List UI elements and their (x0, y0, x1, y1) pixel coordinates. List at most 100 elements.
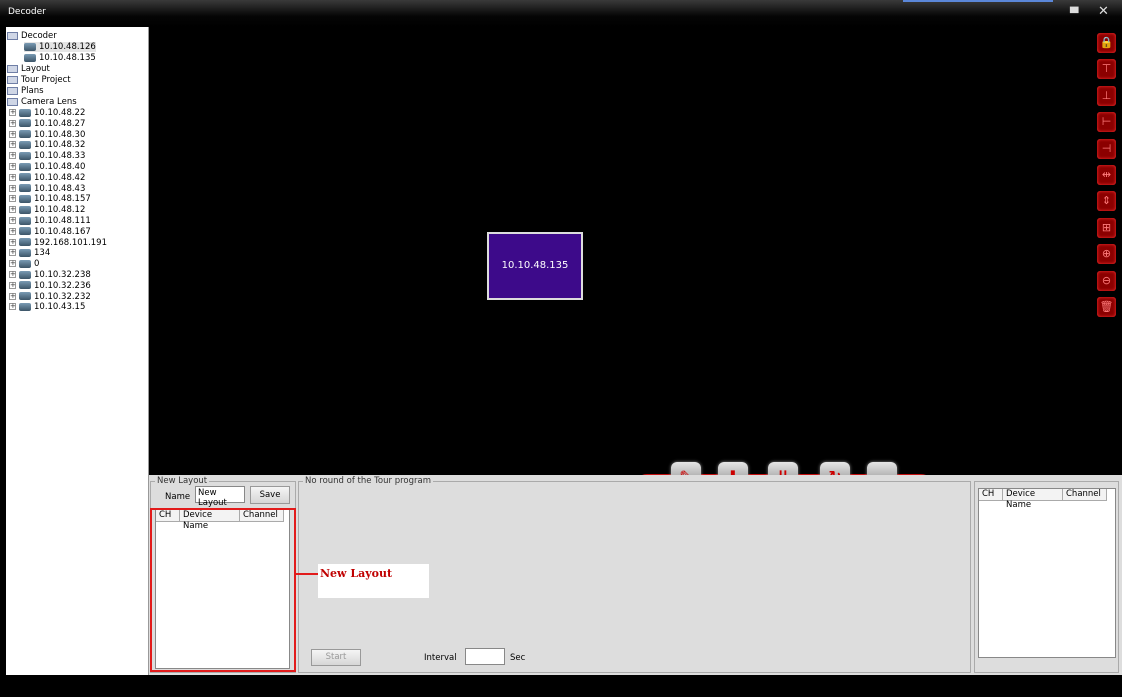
grid-icon[interactable]: ⊞ (1097, 218, 1116, 238)
zoom-out-icon[interactable]: ⊖ (1097, 271, 1116, 291)
column-header-device-name[interactable]: Device Name (1003, 489, 1063, 510)
tree-item-camera[interactable]: +10.10.48.167 (9, 227, 91, 237)
device-icon (24, 42, 36, 51)
tree-item-camera[interactable]: +10.10.48.42 (9, 173, 85, 183)
device-icon (24, 53, 36, 62)
tree-item-camera[interactable]: +192.168.101.191 (9, 238, 107, 248)
interval-input[interactable] (465, 648, 505, 665)
equal-width-icon[interactable]: ⇹ (1097, 165, 1116, 185)
camera-icon (19, 259, 31, 268)
align-right-icon[interactable]: ⊣ (1097, 139, 1116, 159)
save-button[interactable]: Save (250, 486, 290, 504)
expand-icon[interactable]: + (9, 271, 16, 278)
tree-item-camera[interactable]: +10.10.32.238 (9, 270, 91, 280)
expand-icon[interactable]: + (9, 195, 16, 203)
tree-item-camera[interactable]: +10.10.48.43 (9, 184, 85, 194)
expand-icon[interactable]: + (9, 206, 16, 214)
camera-icon (19, 108, 31, 117)
tree-item-camera[interactable]: +10.10.48.22 (9, 108, 85, 118)
camera-icon (19, 130, 31, 139)
video-window-tile[interactable]: 10.10.48.135 (487, 232, 583, 300)
expand-icon[interactable]: + (9, 249, 16, 257)
tree-item-camera[interactable]: +10.10.32.232 (9, 292, 91, 302)
expand-icon[interactable]: + (9, 119, 16, 127)
expand-icon[interactable]: + (9, 130, 16, 138)
tree-item-camera[interactable]: +10.10.48.40 (9, 162, 85, 172)
tree-item-camera[interactable]: +134 (9, 248, 50, 258)
layout-canvas[interactable]: 10.10.48.135 ✎ ⬇ ⇊ ↻ ▰ (149, 27, 1092, 500)
expand-icon[interactable]: + (9, 260, 16, 268)
tree-item-camera[interactable]: +10.10.48.27 (9, 119, 85, 129)
tree-root-camera-lens[interactable]: Camera Lens (7, 97, 77, 107)
tree-item-camera[interactable]: +0 (9, 259, 39, 269)
camera-icon (19, 162, 31, 171)
tree-item-camera[interactable]: +10.10.43.15 (9, 302, 85, 312)
expand-icon[interactable]: + (9, 217, 16, 224)
title-bar: Decoder ▀ ✕ (0, 0, 1122, 27)
tree-root-plans[interactable]: Plans (7, 86, 44, 96)
expand-icon[interactable]: + (9, 141, 16, 149)
layout-name-input[interactable]: New Layout (195, 486, 245, 508)
camera-icon (19, 173, 31, 182)
expand-icon[interactable]: + (9, 227, 16, 235)
delete-icon[interactable]: 🗑 (1097, 297, 1116, 317)
device-tree: Decoder 10.10.48.126 10.10.48.135 Layout… (6, 27, 149, 675)
expand-icon[interactable]: + (9, 152, 16, 160)
expand-icon[interactable]: + (9, 109, 16, 116)
tree-item-decoder-device[interactable]: 10.10.48.135 (24, 53, 96, 63)
tree-item-camera[interactable]: +10.10.48.111 (9, 216, 91, 226)
camera-icon (19, 238, 31, 247)
tree-item-camera[interactable]: +10.10.48.12 (9, 205, 85, 215)
lock-icon[interactable]: 🔒 (1097, 33, 1116, 53)
title-accent-line (903, 0, 1053, 2)
folder-icon (7, 75, 18, 84)
tree-item-camera[interactable]: +10.10.48.32 (9, 140, 85, 150)
camera-icon (19, 248, 31, 257)
zoom-in-icon[interactable]: ⊕ (1097, 244, 1116, 264)
expand-icon[interactable]: + (9, 184, 16, 192)
start-button[interactable]: Start (311, 649, 361, 666)
restore-icon[interactable]: ▀ (1070, 7, 1078, 21)
tree-root-layout[interactable]: Layout (7, 64, 50, 74)
column-header-ch[interactable]: CH (979, 489, 1003, 501)
align-bottom-icon[interactable]: ⊥ (1097, 86, 1116, 106)
align-top-icon[interactable]: ⊤ (1097, 59, 1116, 79)
highlight-box (150, 508, 296, 672)
folder-icon (7, 86, 18, 95)
tree-root-tour-project[interactable]: Tour Project (7, 75, 71, 85)
sec-label: Sec (510, 653, 526, 663)
tree-item-camera[interactable]: +10.10.48.33 (9, 151, 85, 161)
expand-icon[interactable]: + (9, 292, 16, 300)
tour-group-label: No round of the Tour program (303, 476, 434, 486)
camera-icon (19, 281, 31, 290)
align-left-icon[interactable]: ⊢ (1097, 112, 1116, 132)
equal-height-icon[interactable]: ⇕ (1097, 191, 1116, 211)
tree-item-camera[interactable]: +10.10.48.30 (9, 130, 85, 140)
tree-item-decoder-device[interactable]: 10.10.48.126 (24, 42, 96, 52)
status-bar (0, 675, 1122, 697)
folder-icon (7, 64, 18, 73)
camera-icon (19, 205, 31, 214)
camera-icon (19, 292, 31, 301)
annotation-line (296, 573, 318, 575)
tree-item-camera[interactable]: +10.10.32.236 (9, 281, 91, 291)
tour-channel-list[interactable]: CH Device Name Channel (978, 488, 1116, 658)
column-header-channel[interactable]: Channel (1063, 489, 1107, 501)
new-layout-group-label: New Layout (155, 476, 210, 486)
close-icon[interactable]: ✕ (1098, 5, 1109, 19)
folder-icon (7, 31, 18, 40)
expand-icon[interactable]: + (9, 163, 16, 170)
camera-icon (19, 270, 31, 279)
tree-item-camera[interactable]: +10.10.48.157 (9, 194, 91, 204)
bottom-panel: New Layout Name New Layout Save CH Devic… (149, 475, 1122, 675)
camera-icon (19, 227, 31, 236)
tree-root-decoder[interactable]: Decoder (7, 31, 57, 41)
camera-icon (19, 151, 31, 160)
expand-icon[interactable]: + (9, 238, 16, 246)
expand-icon[interactable]: + (9, 173, 16, 181)
expand-icon[interactable]: + (9, 303, 16, 311)
camera-icon (19, 119, 31, 128)
folder-icon (7, 97, 18, 106)
camera-icon (19, 194, 31, 203)
expand-icon[interactable]: + (9, 281, 16, 289)
